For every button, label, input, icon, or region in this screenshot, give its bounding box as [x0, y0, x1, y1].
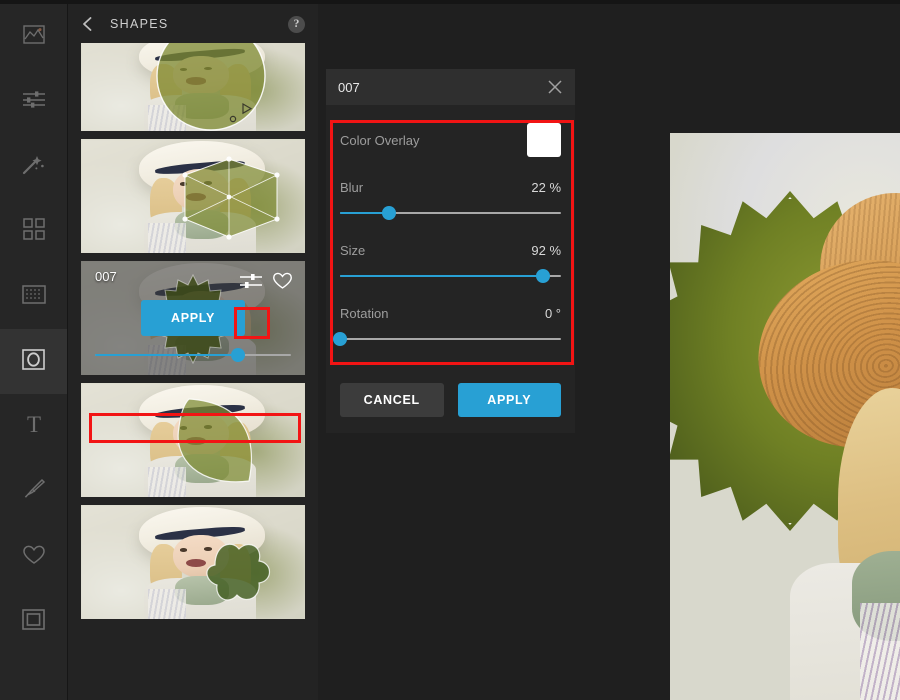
thumbnail-photo — [81, 383, 305, 497]
sidebar-item-tune[interactable] — [0, 69, 67, 134]
thumbnail-photo — [81, 43, 305, 131]
slider-fill — [95, 354, 238, 356]
list-item-clover-shape[interactable] — [81, 505, 305, 619]
control-label: Rotation — [340, 306, 388, 321]
control-unit: ° — [556, 306, 561, 321]
svg-text:T: T — [26, 412, 40, 436]
help-icon[interactable]: ? — [288, 16, 305, 33]
shape-mask-icon — [22, 349, 45, 375]
dialog-header: 007 — [326, 69, 575, 105]
control-number: 22 — [531, 180, 545, 195]
size-slider[interactable] — [340, 269, 561, 283]
tool-rail: T — [0, 4, 68, 700]
shapes-panel-header: SHAPES ? — [68, 4, 318, 43]
control-value: 0 ° — [545, 306, 561, 321]
shape-amount-slider[interactable] — [95, 348, 291, 362]
control-label: Blur — [340, 180, 363, 195]
slider-track — [340, 338, 561, 340]
back-chevron-icon[interactable] — [80, 16, 96, 32]
sidebar-item-collage[interactable] — [0, 199, 67, 264]
control-color-overlay: Color Overlay — [340, 123, 561, 157]
sidebar-item-text[interactable]: T — [0, 394, 67, 459]
photo-editor-app: T SHAPES ? — [0, 0, 900, 700]
dialog-body: Color Overlay Blur 22 % — [326, 105, 575, 377]
favorite-heart-icon[interactable] — [272, 271, 293, 290]
control-rotation: Rotation 0 ° — [340, 304, 561, 346]
list-item-polygon-shape[interactable] — [81, 139, 305, 253]
thumbnail-photo — [81, 505, 305, 619]
text-t-icon: T — [23, 412, 45, 441]
control-number: 0 — [545, 306, 552, 321]
thumbnail-apply-button[interactable]: APPLY — [141, 300, 245, 336]
control-label: Size — [340, 243, 365, 258]
grid-squares-icon — [23, 218, 45, 245]
control-unit: % — [549, 180, 561, 195]
sidebar-item-texture[interactable] — [0, 264, 67, 329]
heart-outline-icon — [22, 544, 46, 570]
shape-settings-sliders-icon[interactable] — [239, 270, 263, 292]
thumbnail-photo — [81, 139, 305, 253]
list-item-leaf-shape[interactable] — [81, 383, 305, 497]
sliders-icon — [22, 89, 46, 114]
dialog-actions: CANCEL APPLY — [326, 377, 575, 433]
slider-fill — [340, 275, 543, 277]
list-item-label: 007 — [95, 269, 117, 284]
page-title: SHAPES — [110, 17, 169, 31]
picture-icon — [23, 25, 45, 49]
control-label: Color Overlay — [340, 133, 419, 148]
sidebar-item-shapes[interactable] — [0, 329, 67, 394]
slider-thumb[interactable] — [231, 348, 245, 362]
shape-settings-dialog: 007 Color Overlay Blur 22 % — [326, 69, 575, 433]
close-icon[interactable] — [546, 78, 564, 96]
control-size: Size 92 % — [340, 241, 561, 283]
magic-wand-icon — [22, 153, 45, 180]
brush-icon — [22, 478, 46, 505]
list-item-star-shape-007[interactable]: 007 APPLY — [81, 261, 305, 375]
blur-slider[interactable] — [340, 206, 561, 220]
apply-button[interactable]: APPLY — [458, 383, 562, 417]
shapes-panel: SHAPES ? — [68, 4, 318, 700]
list-item-circle-shape[interactable] — [81, 43, 305, 131]
dialog-title: 007 — [338, 80, 360, 95]
canvas-photo — [670, 133, 900, 700]
shape-thumbnail-list[interactable]: 007 APPLY — [68, 43, 318, 700]
color-swatch[interactable] — [527, 123, 561, 157]
sidebar-item-favorites[interactable] — [0, 524, 67, 589]
slider-thumb[interactable] — [536, 269, 550, 283]
control-value: 92 % — [531, 243, 561, 258]
cancel-button[interactable]: CANCEL — [340, 383, 444, 417]
sidebar-item-brush[interactable] — [0, 459, 67, 524]
rotation-slider[interactable] — [340, 332, 561, 346]
sidebar-item-image-adjust[interactable] — [0, 4, 67, 69]
control-number: 92 — [531, 243, 545, 258]
control-blur: Blur 22 % — [340, 178, 561, 220]
sidebar-item-magic[interactable] — [0, 134, 67, 199]
slider-thumb[interactable] — [382, 206, 396, 220]
frame-icon — [22, 609, 45, 635]
control-value: 22 % — [531, 180, 561, 195]
slider-thumb[interactable] — [333, 332, 347, 346]
halftone-icon — [22, 285, 46, 309]
control-unit: % — [549, 243, 561, 258]
sidebar-item-frames[interactable] — [0, 589, 67, 654]
